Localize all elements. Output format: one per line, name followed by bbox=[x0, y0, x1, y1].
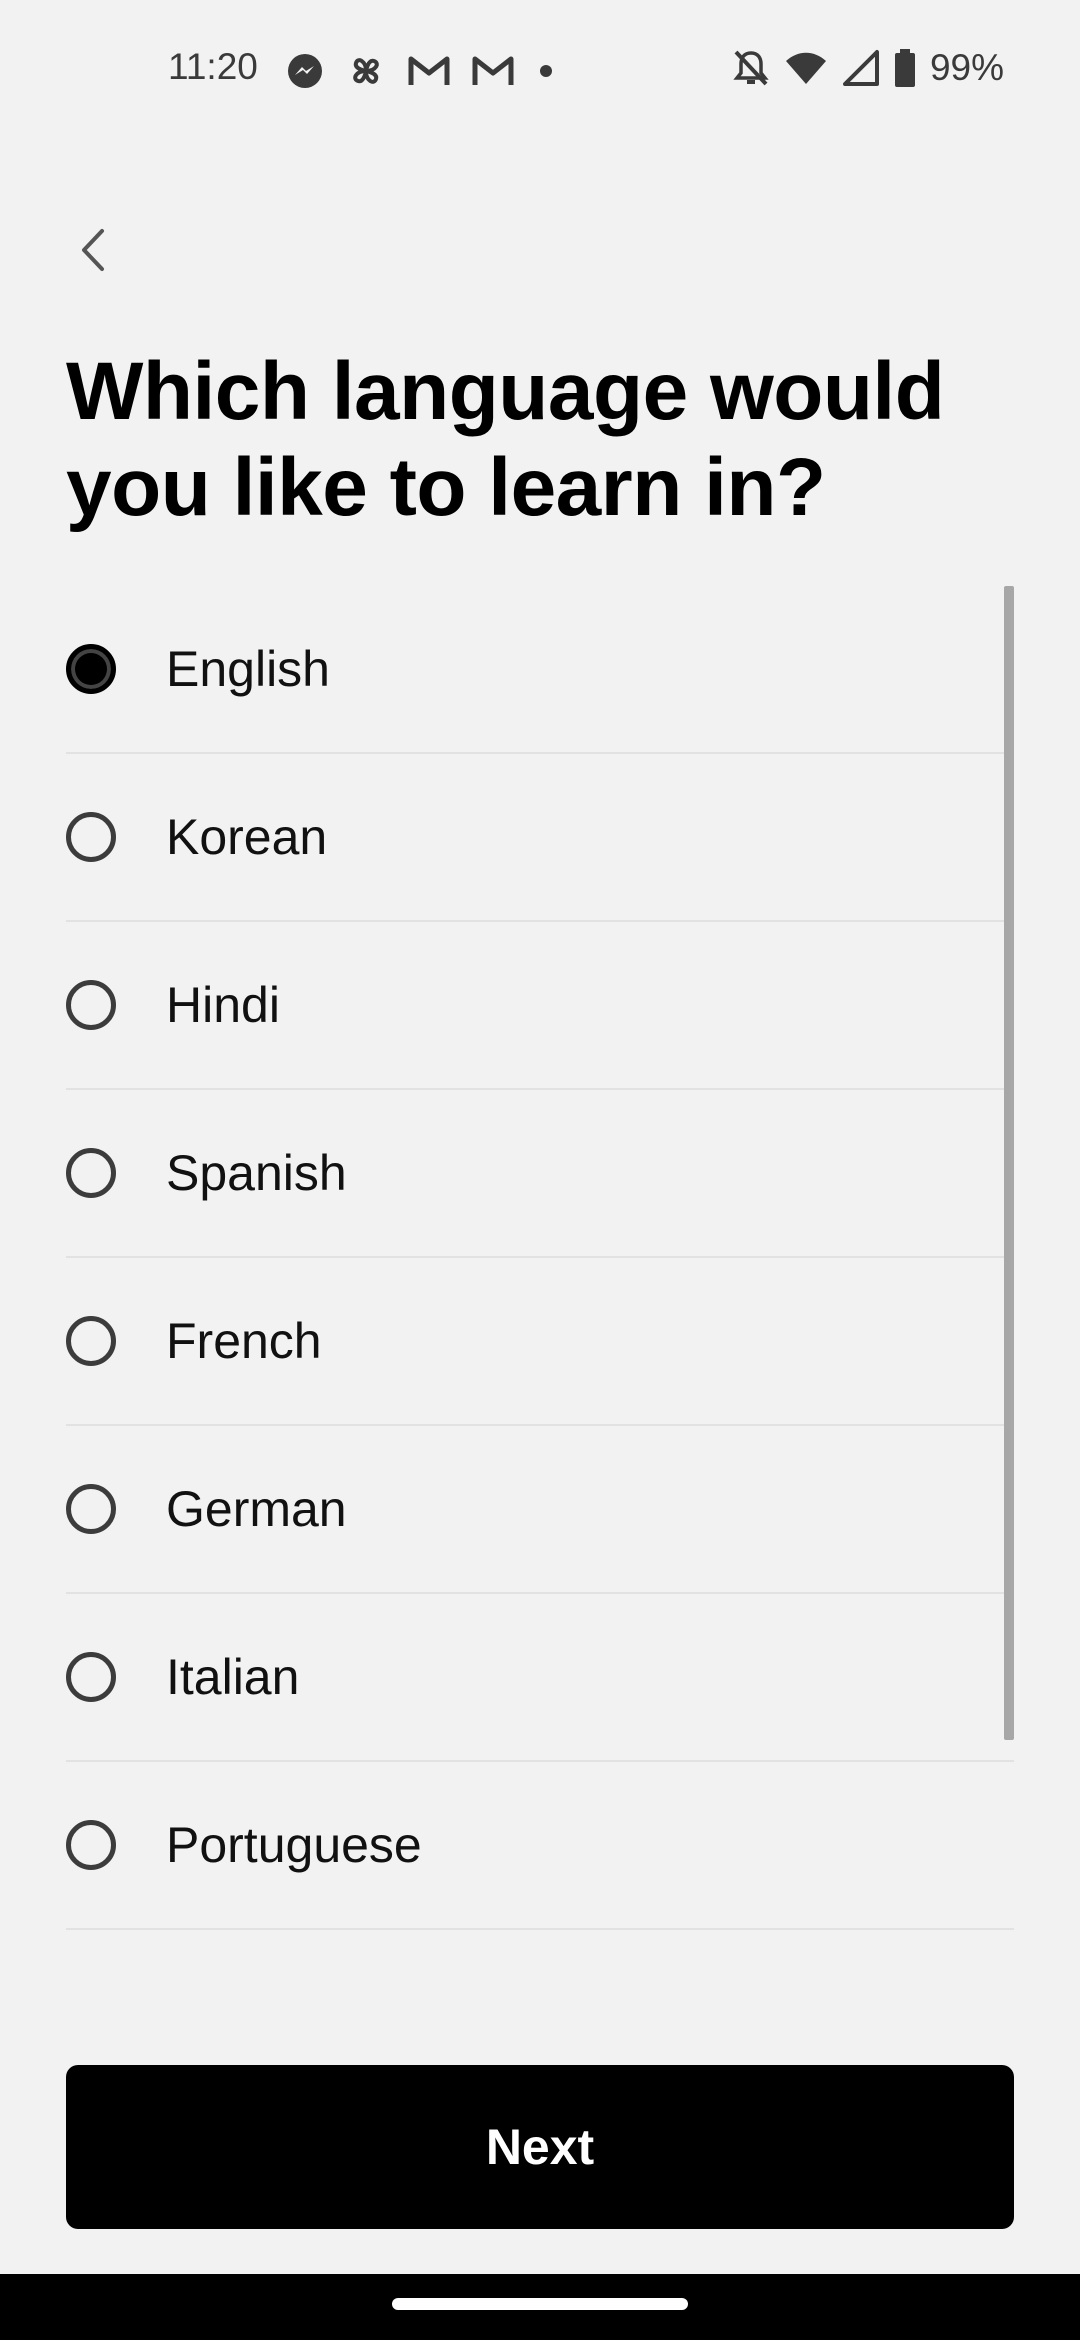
chevron-left-icon bbox=[82, 229, 104, 271]
option-label: Italian bbox=[166, 1649, 300, 1705]
radio-unselected-icon[interactable] bbox=[66, 1316, 116, 1366]
option-label: Portuguese bbox=[166, 1817, 422, 1873]
radio-unselected-icon[interactable] bbox=[66, 980, 116, 1030]
language-options-list: English Korean Hindi Spanish French Germ… bbox=[66, 586, 1014, 1930]
language-option-german[interactable]: German bbox=[66, 1426, 1014, 1594]
radio-unselected-icon[interactable] bbox=[66, 1148, 116, 1198]
bell-off-icon bbox=[733, 50, 769, 86]
option-label: Hindi bbox=[166, 977, 280, 1033]
option-label: Korean bbox=[166, 809, 328, 865]
page-title: Which language would you like to learn i… bbox=[66, 346, 945, 533]
language-option-hindi[interactable]: Hindi bbox=[66, 922, 1014, 1090]
option-label: English bbox=[166, 641, 330, 697]
pinwheel-icon bbox=[353, 58, 379, 84]
language-option-italian[interactable]: Italian bbox=[66, 1594, 1014, 1762]
battery-percent: 99% bbox=[929, 47, 1004, 88]
status-bar: 11:20 99% bbox=[0, 0, 1080, 140]
messenger-icon bbox=[288, 54, 322, 88]
system-icons: 99% bbox=[732, 46, 1004, 90]
language-option-english[interactable]: English bbox=[66, 586, 1014, 754]
language-option-spanish[interactable]: Spanish bbox=[66, 1090, 1014, 1258]
next-button-label: Next bbox=[485, 2119, 595, 2175]
radio-unselected-icon[interactable] bbox=[66, 812, 116, 862]
gmail-icon bbox=[408, 56, 450, 85]
language-select-screen: 11:20 99% Which language would you like … bbox=[0, 0, 1080, 2340]
navigation-bar bbox=[0, 2274, 1080, 2340]
option-label: French bbox=[166, 1313, 322, 1369]
radio-unselected-icon[interactable] bbox=[66, 1652, 116, 1702]
option-label: German bbox=[166, 1481, 347, 1537]
gmail-icon bbox=[472, 56, 514, 85]
battery-icon bbox=[894, 49, 915, 87]
radio-selected-icon[interactable] bbox=[66, 644, 116, 694]
radio-unselected-icon[interactable] bbox=[66, 1820, 116, 1870]
radio-unselected-icon[interactable] bbox=[66, 1484, 116, 1534]
option-label: Spanish bbox=[166, 1145, 347, 1201]
dot-icon bbox=[540, 65, 552, 77]
home-gesture-handle[interactable] bbox=[392, 2298, 688, 2310]
language-option-portuguese[interactable]: Portuguese bbox=[66, 1762, 1014, 1930]
status-time: 11:20 bbox=[168, 46, 258, 87]
cell-signal-icon bbox=[842, 50, 879, 86]
next-button[interactable]: Next bbox=[66, 2065, 1014, 2229]
language-option-korean[interactable]: Korean bbox=[66, 754, 1014, 922]
wifi-icon bbox=[785, 52, 826, 84]
notification-icons bbox=[286, 50, 556, 92]
back-button[interactable] bbox=[64, 220, 124, 280]
language-option-french[interactable]: French bbox=[66, 1258, 1014, 1426]
scrollbar[interactable] bbox=[1004, 586, 1014, 1740]
